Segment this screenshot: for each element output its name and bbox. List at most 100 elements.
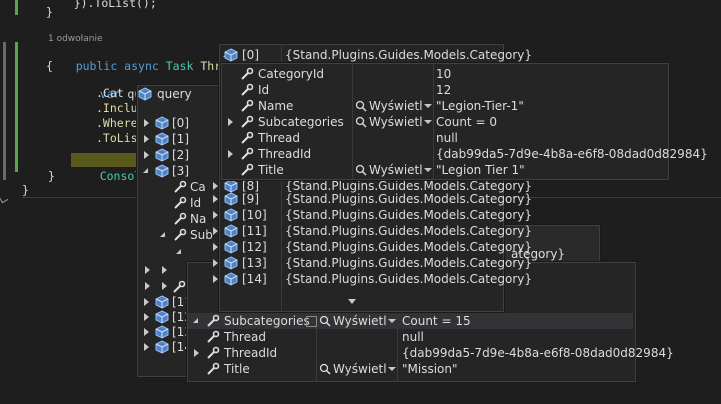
wrench-icon [174,228,187,241]
code-line: { [46,59,53,73]
wrench-icon [173,280,186,293]
expand-arrow-icon[interactable] [213,211,218,219]
view-button[interactable]: Wyświetl [369,114,423,130]
chevron-down-icon[interactable] [424,168,432,172]
expand-arrow-icon[interactable] [213,182,218,190]
object-icon [155,132,169,146]
property-row[interactable]: ThreadId {dab99da5-7d9e-4b8a-e6f8-08dad0… [222,146,708,162]
property-row[interactable]: Title Wyświetl "Legion Tier 1" [222,162,668,178]
expand-arrow-icon[interactable] [144,313,149,321]
property-row[interactable]: Ca [138,179,218,195]
query-header[interactable]: query [138,86,218,102]
list-item[interactable]: [14] {Stand.Plugins.Guides.Models.Catego… [213,271,532,287]
change-marker [15,42,18,172]
code-line: .Inclu [96,101,138,115]
object-icon [155,116,169,130]
expand-arrow-icon[interactable] [144,343,149,351]
list-item[interactable]: [10] {Stand.Plugins.Guides.Models.Catego… [213,207,532,223]
wrench-icon [207,346,220,359]
view-button[interactable]: Wyświetl [333,313,387,329]
wrench-icon [241,115,254,128]
list-item[interactable]: [11] {Stand.Plugins.Guides.Models.Catego… [213,223,532,239]
property-row[interactable]: Name Wyświetl "Legion-Tier-1" [222,98,668,114]
expanded-arrow-icon[interactable] [143,168,148,173]
wrench-icon [241,131,254,144]
expand-arrow-icon[interactable] [144,135,149,143]
list-item[interactable]: [3] [138,163,218,179]
expand-arrow-icon[interactable] [162,266,167,274]
expand-arrow-icon[interactable] [213,275,218,283]
property-row[interactable]: Thread null [222,130,668,146]
magnifier-icon[interactable] [319,363,331,375]
wrench-icon [207,314,220,327]
pin-icon[interactable] [306,316,317,327]
change-marker [3,42,6,180]
view-button[interactable]: Wyświetl [369,98,423,114]
property-row[interactable]: ThreadId {dab99da5-7d9e-4b8a-e6f8-08dad0… [188,345,674,361]
chevron-down-icon[interactable] [388,319,396,323]
object-icon [224,192,238,206]
list-item[interactable]: [13] {Stand.Plugins.Guides.Models.Catego… [213,255,532,271]
magnifier-icon[interactable] [319,315,331,327]
expand-arrow-icon[interactable] [213,227,218,235]
property-row[interactable]: Sub [138,227,218,243]
expand-arrow-icon[interactable] [213,259,218,267]
property-row[interactable]: Subcategories Wyświetl Count = 15 [188,313,635,329]
chevron-down-icon[interactable] [388,367,396,371]
wrench-icon [207,362,220,375]
object-icon [224,224,238,238]
expand-arrow-icon[interactable] [228,150,233,158]
expand-arrow-icon[interactable] [213,243,218,251]
expanded-arrow-icon[interactable] [160,232,165,237]
list-item[interactable]: [1] [138,131,218,147]
magnifier-icon[interactable] [355,164,367,176]
expand-arrow-icon[interactable] [213,195,218,203]
wrench-icon [241,163,254,176]
view-button[interactable]: Wyświetl [333,361,387,377]
expand-arrow-icon[interactable] [162,282,167,290]
property-row[interactable]: Thread null [188,329,635,345]
gutter-glyph [0,193,9,204]
object-icon [224,256,238,270]
chevron-down-icon[interactable] [424,104,432,108]
property-row[interactable]: Na [138,211,218,227]
wrench-icon [241,67,254,80]
expand-arrow-icon[interactable] [145,266,150,274]
object-icon [224,208,238,222]
code-line: } [46,5,53,19]
expand-arrow-icon[interactable] [194,349,199,357]
property-row[interactable]: Title Wyświetl "Mission" [188,361,635,377]
scroll-down-arrow[interactable] [348,299,356,304]
property-row[interactable]: CategoryId 10 [222,66,668,82]
expanded-arrow-icon[interactable] [176,249,181,254]
wrench-icon [241,83,254,96]
expand-arrow-icon[interactable] [144,328,149,336]
list-item[interactable]: [9] {Stand.Plugins.Guides.Models.Categor… [213,191,532,207]
expand-arrow-icon[interactable] [145,282,150,290]
code-line: .Cat [96,86,124,100]
property-row[interactable]: Subcategories Wyświetl Count = 0 [222,114,668,130]
magnifier-icon[interactable] [355,116,367,128]
expanded-arrow-icon[interactable] [193,318,198,323]
expand-arrow-icon[interactable] [228,118,233,126]
list-item[interactable]: [2] [138,147,218,163]
wrench-icon [207,330,220,343]
list-item[interactable]: [0] [138,115,218,131]
object-icon [155,164,169,178]
magnifier-icon[interactable] [355,100,367,112]
object-icon [155,325,169,339]
code-line: }).ToList(); [46,0,157,10]
property-row[interactable]: Id [138,195,218,211]
object-icon [155,310,169,324]
object-icon [155,340,169,354]
list-item[interactable]: [0] {Stand.Plugins.Guides.Models.Categor… [220,47,532,63]
expand-arrow-icon[interactable] [144,298,149,306]
property-row[interactable]: Id 12 [222,82,668,98]
expand-arrow-icon[interactable] [144,119,149,127]
expand-arrow-icon[interactable] [144,151,149,159]
object-icon [224,272,238,286]
view-button[interactable]: Wyświetl [369,162,423,178]
chevron-down-icon[interactable] [424,120,432,124]
object-icon [155,148,169,162]
list-item[interactable]: [12] {Stand.Plugins.Guides.Models.Catego… [213,239,532,255]
